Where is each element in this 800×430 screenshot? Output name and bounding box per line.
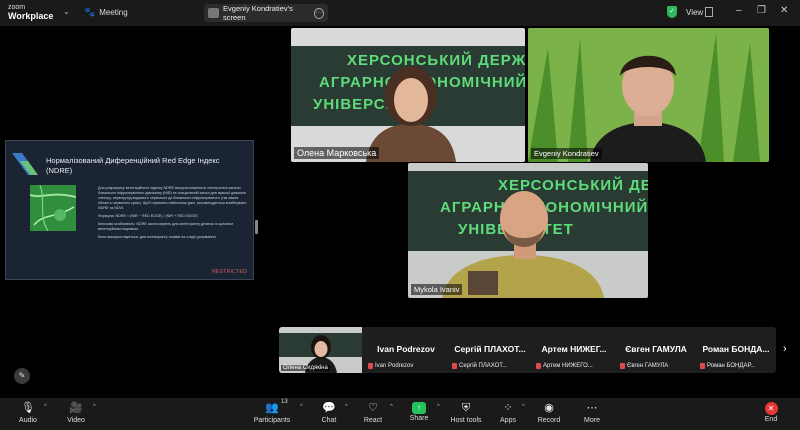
shared-screen-label: Evgeniy Kondratiev's screen [223, 4, 293, 22]
shared-screen-pill[interactable]: Evgeniy Kondratiev's screen ··· [204, 4, 328, 22]
participant-name-row: Артем НИЖЕГО... [536, 363, 593, 369]
participants-count: 13 [281, 399, 288, 405]
slide-title: Нормалізований Диференційний Red Edge Ін… [46, 156, 220, 175]
participant-name: Evgeniy Kondratiev [531, 148, 602, 159]
video-tile[interactable]: Evgeniy Kondratiev [528, 28, 769, 162]
chat-icon: 💬 [322, 402, 336, 414]
participant-name: Артем НИЖЕГО... [543, 363, 593, 369]
filmstrip-video-tile[interactable]: Олена Сидякіна [279, 327, 362, 373]
filmstrip-participant[interactable]: Ivan Podrezov Ivan Podrezov [364, 327, 448, 373]
record-label: Record [537, 417, 561, 424]
host-tools-label: Host tools [450, 417, 482, 424]
security-shield-icon[interactable]: ✓ [667, 6, 677, 18]
screen-thumbnail-icon [208, 8, 220, 18]
participant-name: Ivan Podrezov [375, 363, 414, 369]
participant-name-large: Євген ГАМУЛА [625, 344, 687, 354]
filmstrip-participant[interactable]: Роман БОНДА... Роман БОНДАР... [696, 327, 776, 373]
view-layout-icon[interactable] [705, 7, 713, 17]
chevron-up-icon[interactable]: ^ [437, 404, 440, 410]
filmstrip-participant[interactable]: Сергій ПЛАХОТ... Сергій ПЛАХОТ... [448, 327, 532, 373]
paw-icon: 🐾 [84, 7, 96, 17]
chat-label: Chat [321, 417, 337, 424]
meeting-label: Meeting [99, 8, 128, 17]
more-options-icon[interactable]: ··· [313, 7, 324, 19]
end-call-icon: ✕ [764, 402, 778, 415]
logo-bottom-text: Workplace [8, 11, 54, 21]
camera-icon: 🎥 [69, 402, 83, 414]
slide-paragraph: Для розрахунку вегетаційного індексу NDR… [98, 186, 247, 210]
chevron-down-icon[interactable]: ⌄ [63, 7, 70, 16]
share-screen-icon: ↑ [412, 402, 426, 414]
slide-paragraph: Коли використовується: для моніторингу п… [98, 235, 217, 239]
filmstrip-participant[interactable]: Артем НИЖЕГ... Артем НИЖЕГО... [532, 327, 616, 373]
participants-icon: 👥 [265, 402, 279, 414]
mic-muted-icon [452, 363, 457, 369]
more-label: More [584, 417, 600, 424]
resize-handle[interactable] [255, 220, 258, 234]
shield-icon: ⛨ [461, 402, 471, 414]
zoom-logo[interactable]: zoom Workplace [8, 3, 53, 21]
slide-paragraph: Формула: NDRE = (NIR − RED EDGE) / (NIR … [98, 214, 198, 218]
restricted-label: RESTRICTED [211, 269, 247, 275]
video-tile[interactable]: ХЕРСОНСЬКИЙ ДЕРЖАВНИЙ АГРАРНО-ЕКОНОМІЧНИ… [408, 163, 648, 298]
share-label: Share [409, 415, 429, 422]
participant-name: Сергій ПЛАХОТ... [459, 363, 508, 369]
chevron-right-icon[interactable]: › [783, 343, 787, 355]
participant-filmstrip: Олена Сидякіна Ivan Podrezov Ivan Podrez… [279, 327, 776, 373]
participant-name-large: Роман БОНДА... [702, 344, 770, 354]
participant-name: Євген ГАМУЛА [627, 363, 669, 369]
minimize-icon[interactable]: – [736, 5, 742, 16]
end-label: End [764, 416, 778, 423]
restore-icon[interactable]: ❐ [757, 5, 766, 16]
participant-name-large: Ivan Podrezov [377, 344, 435, 354]
close-icon[interactable]: ✕ [780, 5, 788, 16]
video-tile[interactable]: ХЕРСОНСЬКИЙ ДЕРЖАВНИЙ АГРАРНО-ЕКОНОМІЧНИ… [291, 28, 525, 162]
end-button[interactable]: ✕ End [746, 401, 796, 423]
participant-name-row: Ivan Podrezov [368, 363, 413, 369]
annotate-icon[interactable]: ✎ [14, 368, 30, 384]
participant-video [442, 191, 604, 298]
view-button[interactable]: View [686, 8, 703, 17]
mic-muted-icon [700, 363, 705, 369]
mic-muted-icon [536, 363, 541, 369]
participant-name-large: Сергій ПЛАХОТ... [454, 344, 526, 354]
mic-muted-icon [620, 363, 625, 369]
participant-name-large: Артем НИЖЕГ... [541, 344, 607, 354]
participant-name: Олена Марковська [294, 147, 380, 159]
shared-screen-view[interactable]: Нормалізований Диференційний Red Edge Ін… [5, 140, 254, 280]
react-label: React [363, 417, 383, 424]
slide-body: Для розрахунку вегетаційного індексу NDR… [98, 186, 248, 243]
video-label: Video [67, 417, 85, 424]
chevron-up-icon[interactable]: ^ [44, 404, 47, 410]
microphone-icon: 🎙 [21, 402, 35, 414]
apps-label: Apps [500, 417, 516, 424]
university-logo-icon [12, 153, 38, 175]
chevron-up-icon[interactable]: ^ [93, 404, 96, 410]
slide-paragraph: Ключова особливість: NDRE застосовують д… [98, 222, 233, 231]
apps-icon: ⁘ [503, 402, 513, 414]
participant-name-row: Роман БОНДАР... [700, 363, 755, 369]
top-bar: zoom Workplace ⌄ 🐾 Meeting Evgeniy Kondr… [0, 0, 800, 26]
participant-name: Mykola Ivaniv [411, 284, 463, 295]
satellite-image [30, 185, 76, 231]
chevron-up-icon[interactable]: ^ [300, 404, 303, 410]
meeting-menu[interactable]: 🐾 Meeting [84, 7, 128, 18]
participant-name: Роман БОНДАР... [707, 363, 756, 369]
meeting-toolbar: 🎙 Audio ^ 🎥 Video ^ 👥 Participants 13 ^ … [0, 398, 800, 430]
participants-label: Participants [253, 417, 291, 424]
filmstrip-participant[interactable]: Євген ГАМУЛА Євген ГАМУЛА [616, 327, 696, 373]
record-icon: ◉ [544, 402, 554, 414]
participant-name-row: Сергій ПЛАХОТ... [452, 363, 507, 369]
participant-name: Олена Сидякіна [281, 365, 330, 371]
participants-button[interactable]: 👥 Participants [247, 401, 297, 424]
more-icon: ⋯ [586, 402, 598, 414]
audio-label: Audio [19, 417, 37, 424]
participant-name-row: Євген ГАМУЛА [620, 363, 668, 369]
participant-video [528, 28, 769, 162]
mic-muted-icon [368, 363, 373, 369]
chevron-up-icon[interactable]: ^ [390, 404, 393, 410]
more-button[interactable]: ⋯ More [567, 401, 617, 424]
heart-icon: ♡ [368, 402, 378, 414]
